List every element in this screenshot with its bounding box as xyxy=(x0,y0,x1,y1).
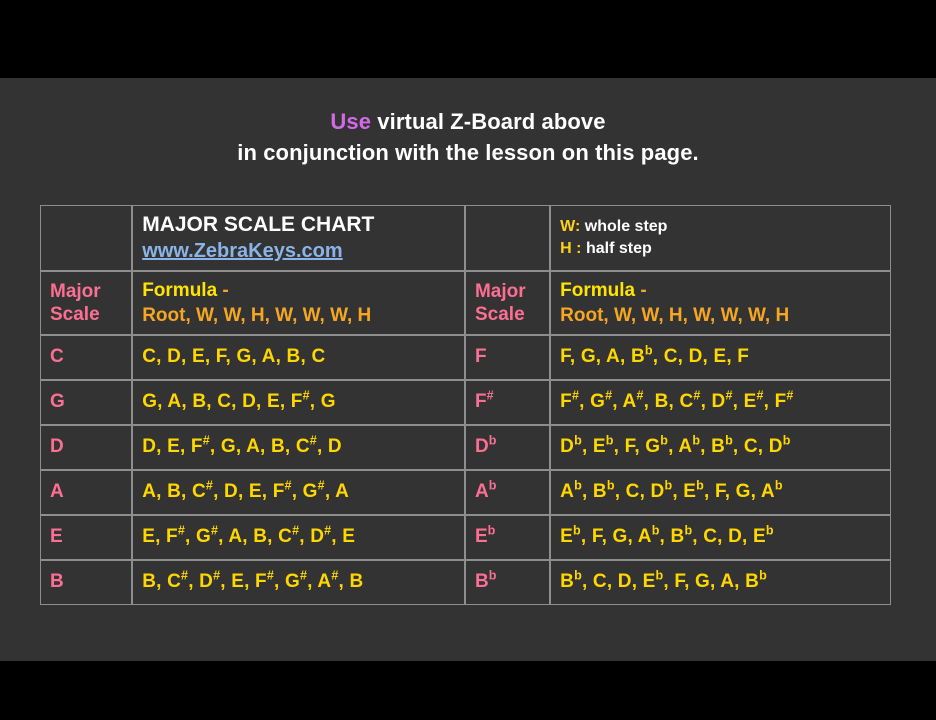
intro-emphasis-word: Use xyxy=(330,109,372,134)
scale-root-label: Eb xyxy=(474,523,496,548)
scale-cell-right: F xyxy=(464,335,551,380)
scale-cell-right: F# xyxy=(464,380,551,425)
legend-cell: W: whole step H : half step xyxy=(550,205,891,271)
header-formula-left-word: Formula xyxy=(142,279,218,301)
scale-root-label: A xyxy=(50,481,64,503)
notes-cell-right: Eb, F, G, Ab, Bb, C, D, Eb xyxy=(550,515,891,560)
notes-cell-left: B, C#, D#, E, F#, G#, A#, B xyxy=(132,560,465,605)
intro-text: Use virtual Z-Board above in conjunction… xyxy=(0,106,936,168)
scale-notes: Ab, Bb, C, Db, Eb, F, G, Ab xyxy=(560,478,783,503)
table-row: G G, A, B, C, D, E, F#, G F# F#, G#, A#, B,… xyxy=(40,380,891,425)
scale-cell-right: Eb xyxy=(464,515,551,560)
zebrakeys-link[interactable]: www.ZebraKeys.com xyxy=(142,240,342,264)
table-header-row: Major Scale Formula - Root, W, W, H, W, … xyxy=(40,271,891,335)
notes-cell-right: Ab, Bb, C, Db, Eb, F, G, Ab xyxy=(550,470,891,515)
scale-root-label: F xyxy=(474,346,487,368)
scale-notes: B, C#, D#, E, F#, G#, A#, B xyxy=(142,568,364,593)
header-formula-right-title: Formula - xyxy=(560,279,890,304)
header-major-scale-right: Major Scale xyxy=(464,271,551,335)
scale-notes: D, E, F#, G, A, B, C#, D xyxy=(142,433,342,458)
header-formula-right-word: Formula xyxy=(560,279,636,301)
header-formula-left-dash: - xyxy=(217,279,229,301)
legend-whole-step: W: whole step xyxy=(560,216,890,238)
table-body: MAJOR SCALE CHART www.ZebraKeys.com W: w… xyxy=(40,205,891,605)
notes-cell-left: D, E, F#, G, A, B, C#, D xyxy=(132,425,465,470)
intro-line-1-rest: virtual Z-Board above xyxy=(371,109,606,134)
chart-title-cell: MAJOR SCALE CHART www.ZebraKeys.com xyxy=(132,205,465,271)
scale-root-label: E xyxy=(50,526,63,548)
scale-notes: Eb, F, G, Ab, Bb, C, D, Eb xyxy=(560,523,774,548)
header-formula-right: Formula - Root, W, W, H, W, W, W, H xyxy=(550,271,891,335)
scale-cell-right: Ab xyxy=(464,470,551,515)
header-formula-left-pattern: Root, W, W, H, W, W, W, H xyxy=(142,304,372,326)
legend-half-key: H : xyxy=(560,240,582,257)
major-scale-chart-table: MAJOR SCALE CHART www.ZebraKeys.com W: w… xyxy=(40,205,891,605)
intro-line-2: in conjunction with the lesson on this p… xyxy=(237,140,699,165)
header-major-scale-left: Major Scale xyxy=(40,271,133,335)
scale-root-label: F# xyxy=(474,388,494,413)
scale-cell-left: E xyxy=(40,515,133,560)
scale-cell-right: Db xyxy=(464,425,551,470)
scale-root-label: Bb xyxy=(474,568,497,593)
scale-notes: A, B, C#, D, E, F#, G#, A xyxy=(142,478,350,503)
legend-whole-key: W: xyxy=(560,218,581,235)
header-major-scale-right-line2: Scale xyxy=(474,304,525,325)
scale-notes: F#, G#, A#, B, C#, D#, E#, F# xyxy=(560,388,794,413)
scale-root-label: G xyxy=(50,391,65,413)
table-row: A A, B, C#, D, E, F#, G#, A Ab Ab, Bb, C, D… xyxy=(40,470,891,515)
scale-notes: Db, Eb, F, Gb, Ab, Bb, C, Db xyxy=(560,433,791,458)
scale-notes: G, A, B, C, D, E, F#, G xyxy=(142,388,336,413)
scale-root-label: B xyxy=(50,571,64,593)
legend-half-text: half step xyxy=(581,240,652,257)
scale-notes: Bb, C, D, Eb, F, G, A, Bb xyxy=(560,568,767,593)
scale-root-label: D xyxy=(50,436,64,458)
slide-content: Use virtual Z-Board above in conjunction… xyxy=(0,78,936,661)
notes-cell-right: Bb, C, D, Eb, F, G, A, Bb xyxy=(550,560,891,605)
scale-notes: F, G, A, Bb, C, D, E, F xyxy=(560,343,750,368)
notes-cell-left: C, D, E, F, G, A, B, C xyxy=(132,335,465,380)
scale-cell-left: A xyxy=(40,470,133,515)
scale-notes: C, D, E, F, G, A, B, C xyxy=(142,346,326,368)
notes-cell-right: F, G, A, Bb, C, D, E, F xyxy=(550,335,891,380)
title-row-spacer-right xyxy=(464,205,551,271)
chart-title: MAJOR SCALE CHART xyxy=(142,212,375,236)
header-major-scale-right-line1: Major xyxy=(474,281,526,302)
scale-cell-left: D xyxy=(40,425,133,470)
scale-root-label: Db xyxy=(474,433,497,458)
table-row: B B, C#, D#, E, F#, G#, A#, B Bb Bb, C, D, … xyxy=(40,560,891,605)
header-major-scale-left-line2: Scale xyxy=(50,304,100,325)
table-title-row: MAJOR SCALE CHART www.ZebraKeys.com W: w… xyxy=(40,205,891,271)
legend-whole-text: whole step xyxy=(580,218,668,235)
scale-cell-right: Bb xyxy=(464,560,551,605)
header-formula-right-pattern: Root, W, W, H, W, W, W, H xyxy=(560,304,790,326)
scale-notes: E, F#, G#, A, B, C#, D#, E xyxy=(142,523,356,548)
notes-cell-left: E, F#, G#, A, B, C#, D#, E xyxy=(132,515,465,560)
header-formula-left-title: Formula - xyxy=(142,279,464,304)
notes-cell-right: Db, Eb, F, Gb, Ab, Bb, C, Db xyxy=(550,425,891,470)
scale-root-label: C xyxy=(50,346,64,368)
scale-cell-left: C xyxy=(40,335,133,380)
screen: Use virtual Z-Board above in conjunction… xyxy=(0,0,936,720)
header-major-scale-left-line1: Major xyxy=(50,281,101,302)
title-row-spacer-left xyxy=(40,205,133,271)
scale-root-label: Ab xyxy=(474,478,497,503)
notes-cell-right: F#, G#, A#, B, C#, D#, E#, F# xyxy=(550,380,891,425)
intro-line-1: Use virtual Z-Board above xyxy=(0,106,936,137)
table-row: C C, D, E, F, G, A, B, C F F, G, A, Bb, C, … xyxy=(40,335,891,380)
table-row: E E, F#, G#, A, B, C#, D#, E Eb Eb, F, G, A… xyxy=(40,515,891,560)
table-row: D D, E, F#, G, A, B, C#, D Db Db, Eb, F, Gb… xyxy=(40,425,891,470)
header-formula-right-dash: - xyxy=(635,279,647,301)
scale-cell-left: B xyxy=(40,560,133,605)
letterbox-bottom xyxy=(0,661,936,720)
scale-cell-left: G xyxy=(40,380,133,425)
notes-cell-left: G, A, B, C, D, E, F#, G xyxy=(132,380,465,425)
header-formula-left: Formula - Root, W, W, H, W, W, W, H xyxy=(132,271,465,335)
legend-half-step: H : half step xyxy=(560,238,890,260)
letterbox-top xyxy=(0,0,936,78)
notes-cell-left: A, B, C#, D, E, F#, G#, A xyxy=(132,470,465,515)
